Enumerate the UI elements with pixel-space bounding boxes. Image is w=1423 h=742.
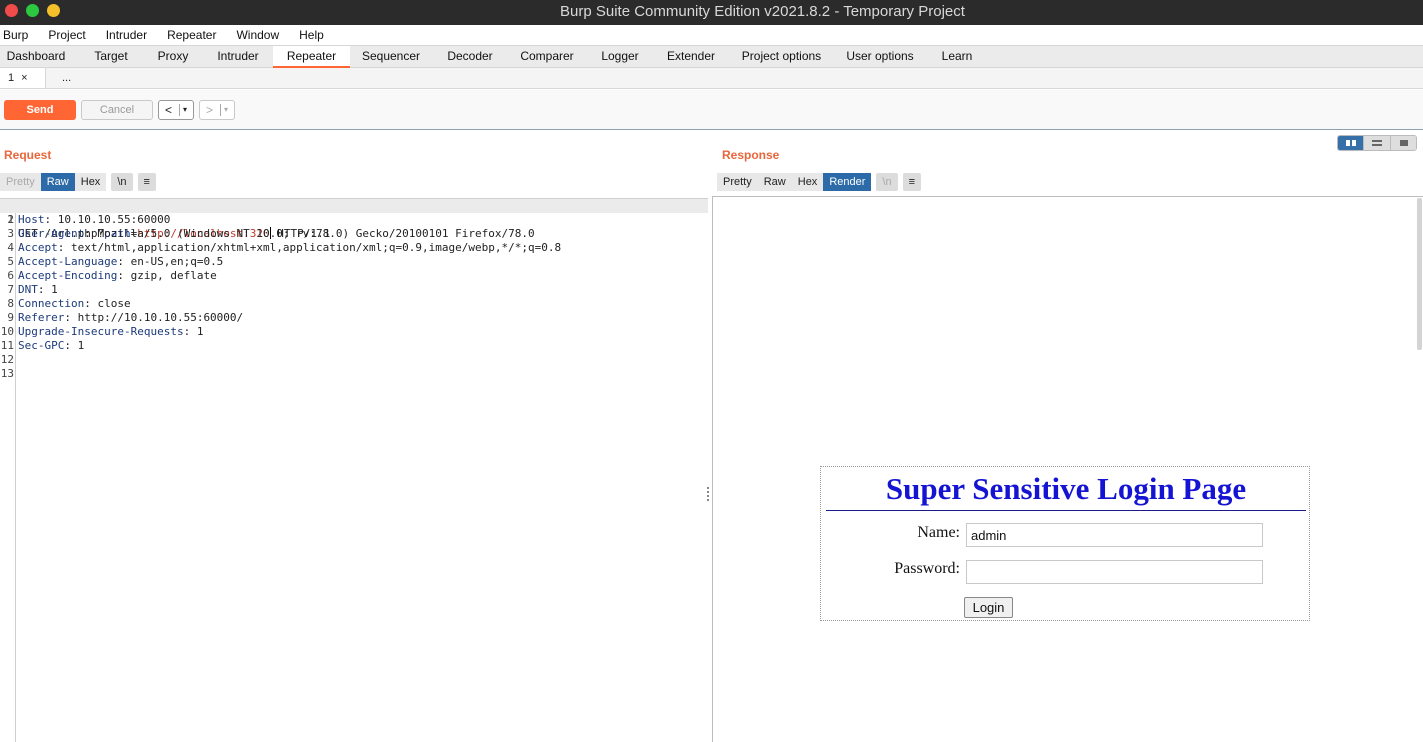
tab-intruder[interactable]: Intruder — [205, 46, 271, 68]
tab-sequencer[interactable]: Sequencer — [355, 46, 427, 68]
header-line[interactable]: 4 Accept: text/html,application/xhtml+xml… — [0, 241, 708, 255]
empty-line[interactable]: 13 — [0, 367, 708, 381]
tab-repeater[interactable]: Repeater — [273, 46, 350, 68]
single-view-icon[interactable] — [1390, 136, 1416, 150]
divider — [179, 104, 180, 116]
name-label: Name: — [917, 524, 960, 541]
response-pretty-button[interactable]: Pretty — [717, 173, 758, 191]
close-x-icon[interactable]: × — [21, 72, 27, 84]
main-tabs: Dashboard Target Proxy Intruder Repeater… — [0, 45, 1423, 68]
password-label: Password: — [894, 560, 960, 577]
tab-user-options[interactable]: User options — [840, 46, 920, 68]
window-title-bar: Burp Suite Community Edition v2021.8.2 -… — [0, 0, 1423, 25]
tab-learn[interactable]: Learn — [932, 46, 982, 68]
menu-project[interactable]: Project — [45, 25, 85, 45]
repeater-toolbar: Send Cancel < ▾ > ▾ — [0, 90, 1423, 130]
tab-decoder[interactable]: Decoder — [438, 46, 502, 68]
layout-toggles — [1337, 135, 1417, 151]
dropdown-caret-icon[interactable]: ▾ — [183, 101, 187, 119]
minimize-window-icon[interactable] — [47, 4, 60, 17]
repeater-tab-label: 1 — [8, 72, 15, 84]
menu-intruder[interactable]: Intruder — [103, 25, 147, 45]
repeater-sub-tabs: 1 × ... — [0, 68, 1423, 89]
tab-dashboard[interactable]: Dashboard — [0, 46, 72, 68]
dropdown-caret-icon[interactable]: ▾ — [224, 101, 228, 119]
tab-target[interactable]: Target — [76, 46, 146, 68]
header-line[interactable]: 6 Accept-Encoding: gzip, deflate — [0, 269, 708, 283]
menu-lines-icon[interactable]: ≡ — [137, 173, 156, 191]
menu-lines-icon[interactable]: ≡ — [902, 173, 921, 191]
close-window-icon[interactable] — [5, 4, 18, 17]
new-tab-button[interactable]: ... — [62, 68, 71, 88]
name-input[interactable]: admin — [966, 523, 1263, 547]
render-scrollbar[interactable] — [1417, 198, 1422, 350]
request-editor[interactable]: 1 GET /url.php?path=http://localhost:320… — [0, 198, 708, 742]
horizontal-view-icon[interactable] — [1364, 136, 1391, 150]
request-format-bar: Pretty Raw Hex \n ≡ — [0, 173, 156, 191]
header-line[interactable]: 11 Sec-GPC: 1 — [0, 339, 708, 353]
request-newline-toggle[interactable]: \n — [111, 173, 133, 191]
history-forward-button[interactable]: > ▾ — [199, 100, 235, 120]
login-form: Super Sensitive Login Page Name: admin P… — [820, 466, 1310, 621]
response-hex-button[interactable]: Hex — [791, 173, 824, 191]
header-line[interactable]: 10 Upgrade-Insecure-Requests: 1 — [0, 325, 708, 339]
menu-repeater[interactable]: Repeater — [164, 25, 216, 45]
tab-logger[interactable]: Logger — [592, 46, 648, 68]
request-hex-button[interactable]: Hex — [74, 173, 107, 191]
header-line[interactable]: 7 DNT: 1 — [0, 283, 708, 297]
request-panel-title: Request — [4, 148, 52, 162]
header-line[interactable]: 9 Referer: http://10.10.10.55:60000/ — [0, 311, 708, 325]
response-newline-toggle[interactable]: \n — [876, 173, 898, 191]
splitter-grip-icon[interactable] — [707, 487, 710, 501]
divider — [220, 104, 221, 116]
menu-window[interactable]: Window — [233, 25, 279, 45]
response-render-button[interactable]: Render — [823, 173, 872, 191]
repeater-tab-1[interactable]: 1 × — [0, 68, 46, 88]
history-back-button[interactable]: < ▾ — [158, 100, 194, 120]
response-panel-title: Response — [722, 148, 780, 162]
request-pretty-button[interactable]: Pretty — [0, 173, 41, 191]
tab-proxy[interactable]: Proxy — [143, 46, 203, 68]
tab-extender[interactable]: Extender — [658, 46, 724, 68]
split-view-icon[interactable] — [1338, 136, 1365, 150]
password-input[interactable] — [966, 560, 1263, 584]
request-raw-button[interactable]: Raw — [40, 173, 75, 191]
response-format-bar: Pretty Raw Hex Render \n ≡ — [717, 173, 921, 191]
menu-help[interactable]: Help — [296, 25, 324, 45]
login-heading: Super Sensitive Login Page — [885, 471, 1247, 506]
header-line[interactable]: 2 Host: 10.10.10.55:60000 — [0, 213, 708, 227]
tab-comparer[interactable]: Comparer — [512, 46, 582, 68]
send-button[interactable]: Send — [4, 100, 76, 120]
request-line[interactable]: 1 GET /url.php?path=http://localhost:320… — [0, 199, 708, 240]
cancel-button[interactable]: Cancel — [81, 100, 153, 120]
maximize-window-icon[interactable] — [26, 4, 39, 17]
login-button[interactable]: Login — [964, 597, 1013, 618]
menubar: Burp Project Intruder Repeater Window He… — [0, 25, 1423, 45]
window-title: Burp Suite Community Edition v2021.8.2 -… — [560, 3, 965, 20]
heading-rule — [826, 510, 1306, 511]
forward-arrow-icon: > — [206, 103, 214, 117]
header-line[interactable]: 5 Accept-Language: en-US,en;q=0.5 — [0, 255, 708, 269]
empty-line[interactable]: 12 — [0, 353, 708, 367]
menu-burp[interactable]: Burp — [0, 25, 28, 45]
header-line[interactable]: 3 User-Agent: Mozilla/5.0 (Windows NT 10.… — [0, 227, 708, 241]
response-raw-button[interactable]: Raw — [757, 173, 792, 191]
tab-project-options[interactable]: Project options — [735, 46, 828, 68]
header-line[interactable]: 8 Connection: close — [0, 297, 708, 311]
back-arrow-icon: < — [165, 103, 173, 117]
